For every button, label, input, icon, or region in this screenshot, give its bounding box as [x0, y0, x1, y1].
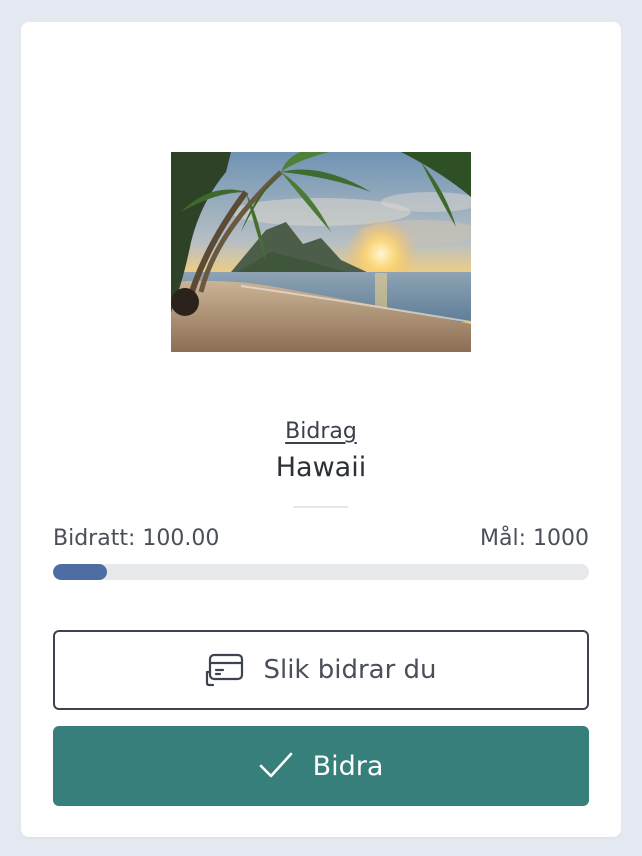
campaign-image	[171, 152, 471, 352]
contributed-amount: Bidratt: 100.00	[53, 526, 220, 551]
progress-bar-fill	[53, 564, 107, 580]
goal-amount: Mål: 1000	[480, 526, 589, 551]
contribution-link[interactable]: Bidrag	[21, 419, 621, 444]
title-divider	[293, 506, 348, 508]
contribute-button[interactable]: Bidra	[53, 726, 589, 806]
how-to-contribute-label: Slik bidrar du	[263, 655, 437, 685]
campaign-card: Bidrag Hawaii Bidratt: 100.00 Mål: 1000 …	[21, 22, 621, 837]
check-icon	[259, 752, 293, 780]
progress-bar	[53, 564, 589, 580]
contribute-label: Bidra	[312, 750, 384, 782]
how-to-contribute-button[interactable]: Slik bidrar du	[53, 630, 589, 710]
campaign-title: Hawaii	[275, 452, 367, 483]
credit-card-icon	[205, 652, 245, 688]
